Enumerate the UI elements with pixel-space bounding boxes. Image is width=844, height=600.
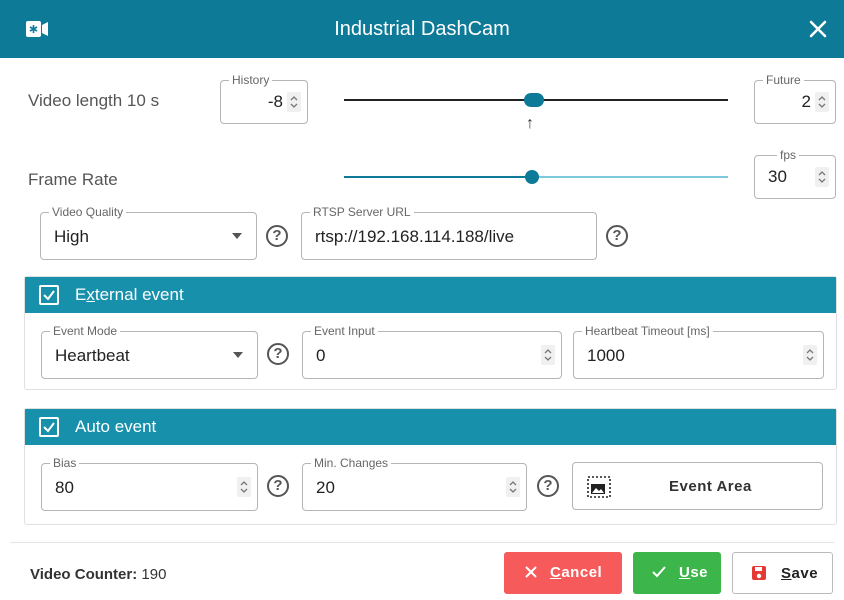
fps-value: 30 (768, 167, 787, 186)
bias-legend: Bias (50, 456, 80, 470)
fps-legend: fps (777, 148, 800, 162)
save-button[interactable]: Save (732, 552, 833, 594)
future-legend: Future (763, 73, 804, 87)
bias-stepper[interactable]: Bias 80 (41, 456, 258, 511)
close-icon[interactable] (806, 17, 830, 41)
cancel-label: Cancel (550, 564, 603, 581)
video-counter: Video Counter: 190 (30, 566, 166, 583)
window-title: Industrial DashCam (334, 18, 510, 40)
video-counter-label: Video Counter: (30, 566, 138, 583)
video-counter-value: 190 (141, 566, 167, 583)
min-changes-legend: Min. Changes (311, 456, 392, 470)
rtsp-value: rtsp://192.168.114.188/live (315, 227, 515, 246)
stepper-icon[interactable] (287, 92, 301, 112)
event-mode-select[interactable]: Event Mode Heartbeat (41, 324, 258, 379)
future-value: 2 (801, 92, 811, 111)
close-icon (525, 566, 537, 578)
title-bar: Industrial DashCam (0, 0, 844, 58)
check-icon (652, 566, 666, 578)
min-changes-stepper[interactable]: Min. Changes 20 (302, 456, 527, 511)
event-input-stepper[interactable]: Event Input 0 (302, 324, 562, 379)
video-quality-legend: Video Quality (49, 205, 127, 219)
bias-value: 80 (55, 478, 74, 497)
rtsp-url-field[interactable]: RTSP Server URL rtsp://192.168.114.188/l… (301, 205, 597, 260)
heartbeat-timeout-stepper[interactable]: Heartbeat Timeout [ms] 1000 (573, 324, 824, 379)
heartbeat-timeout-value: 1000 (587, 346, 625, 365)
external-event-title: External event (75, 285, 184, 304)
history-stepper[interactable]: History -8 (220, 73, 308, 124)
slider-handle[interactable] (525, 170, 539, 184)
history-value: -8 (267, 92, 283, 111)
stepper-icon[interactable] (237, 477, 251, 497)
slider-handle[interactable] (524, 93, 544, 107)
video-quality-value: High (54, 227, 89, 246)
frame-rate-label: Frame Rate (28, 170, 118, 189)
auto-event-checkbox[interactable] (39, 417, 59, 437)
help-icon[interactable]: ? (267, 343, 289, 365)
future-stepper[interactable]: Future 2 (754, 73, 836, 124)
rtsp-legend: RTSP Server URL (310, 205, 414, 219)
stepper-icon[interactable] (541, 345, 555, 365)
stepper-icon[interactable] (803, 345, 817, 365)
event-input-value: 0 (316, 346, 326, 365)
arrow-up-icon: ↑ (526, 115, 534, 132)
use-button[interactable]: Use (633, 552, 721, 594)
auto-event-title: Auto event (75, 417, 157, 436)
use-label: Use (679, 564, 709, 581)
help-icon[interactable]: ? (606, 225, 628, 247)
fps-stepper[interactable]: fps 30 (754, 148, 836, 199)
external-event-header: External event (25, 277, 836, 313)
help-icon[interactable]: ? (537, 475, 559, 497)
event-input-legend: Event Input (311, 324, 378, 338)
min-changes-value: 20 (316, 478, 335, 497)
cancel-button[interactable]: Cancel (504, 552, 622, 594)
help-icon[interactable]: ? (266, 225, 288, 247)
frame-rate-slider[interactable] (344, 170, 728, 184)
video-length-label: Video length 10 s (28, 91, 160, 110)
event-area-label: Event Area (669, 478, 752, 495)
history-legend: History (229, 73, 273, 87)
event-mode-legend: Event Mode (50, 324, 121, 338)
save-label: Save (781, 565, 819, 582)
floppy-disk-icon (752, 566, 766, 580)
help-icon[interactable]: ? (267, 475, 289, 497)
stepper-icon[interactable] (506, 477, 520, 497)
video-quality-select[interactable]: Video Quality High (40, 205, 257, 260)
video-length-slider[interactable] (344, 93, 728, 107)
chevron-down-icon (232, 233, 242, 239)
footer-divider (10, 542, 834, 543)
event-area-button[interactable]: Event Area (572, 462, 823, 510)
heartbeat-timeout-legend: Heartbeat Timeout [ms] (582, 324, 713, 338)
event-mode-value: Heartbeat (55, 346, 130, 365)
stepper-icon[interactable] (815, 167, 829, 187)
stepper-icon[interactable] (815, 92, 829, 112)
external-event-checkbox[interactable] (39, 285, 59, 305)
auto-event-header: Auto event (25, 409, 836, 445)
image-area-icon (587, 476, 611, 498)
chevron-down-icon (233, 352, 243, 358)
external-event-section: External event Event Mode Heartbeat ? Ev… (24, 276, 837, 390)
